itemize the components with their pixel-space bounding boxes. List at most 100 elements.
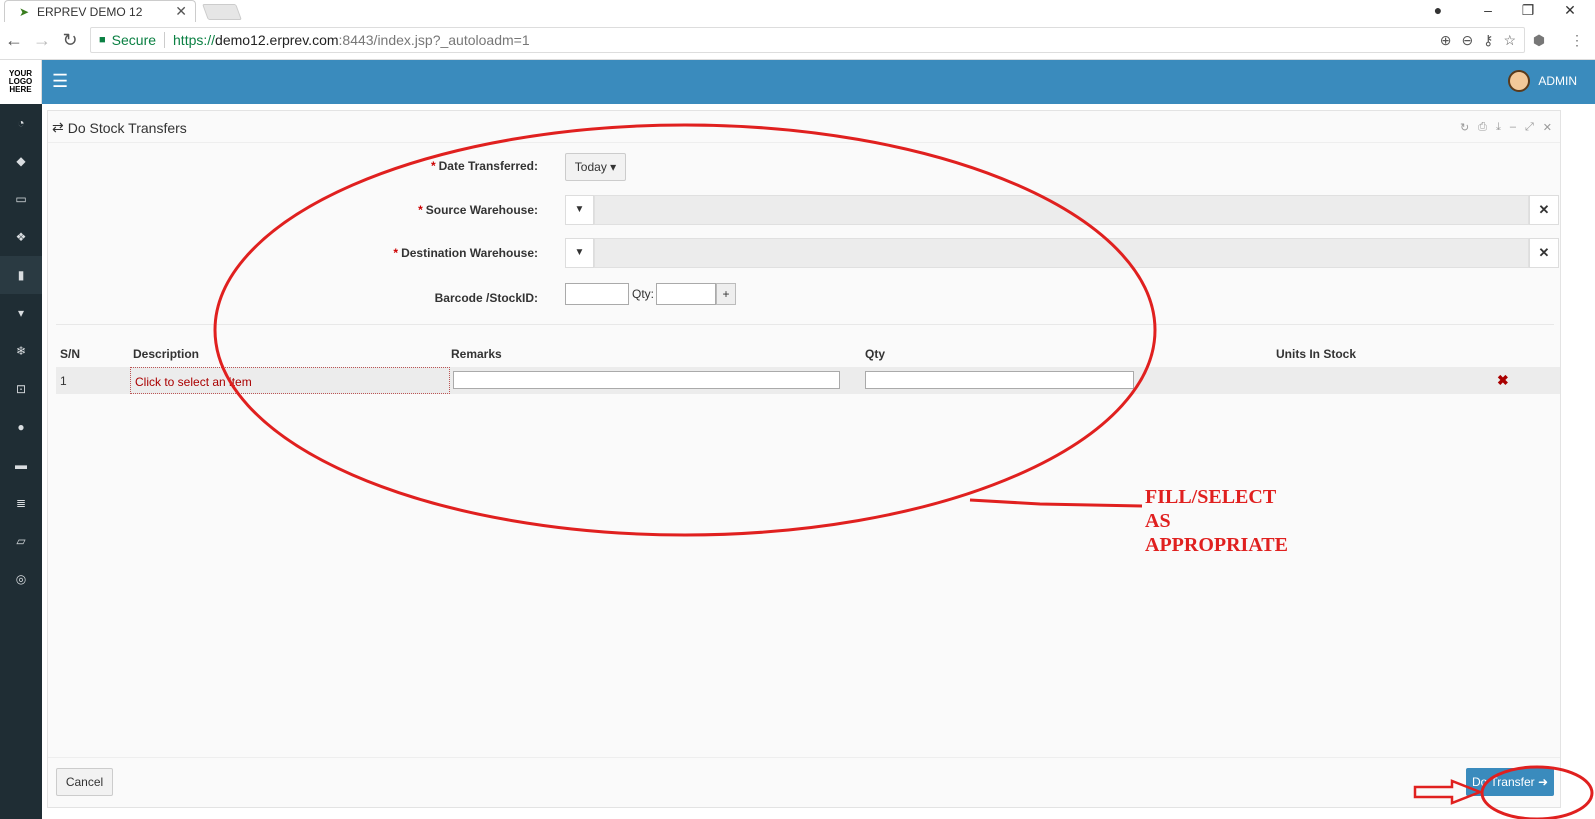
- tab-title: ERPREV DEMO 12: [37, 4, 143, 19]
- omnibox-actions: ⊕ ⊖ ⚷ ☆: [1440, 32, 1516, 49]
- delete-row-icon[interactable]: ✖: [1497, 372, 1509, 389]
- source-warehouse-field[interactable]: [594, 195, 1529, 225]
- annotation-line: APPROPRIATE: [1145, 534, 1288, 556]
- logo-line: HERE: [9, 85, 32, 94]
- profile-icon[interactable]: ●: [1418, 0, 1458, 22]
- refresh-icon[interactable]: ↻: [1460, 121, 1469, 134]
- destination-warehouse-field[interactable]: [594, 238, 1529, 268]
- avatar: [1508, 70, 1531, 92]
- browser-toolbar: ← → ↻ ■ Secure https:// demo12.erprev.co…: [0, 22, 1595, 60]
- zoom-icon[interactable]: ⊖: [1461, 32, 1473, 49]
- clear-destination-icon[interactable]: ✕: [1529, 238, 1559, 268]
- browser-tab[interactable]: ➤ ERPREV DEMO 12 ✕: [4, 0, 196, 22]
- sidebar-item-warehouse[interactable]: ▮: [0, 256, 42, 294]
- key-icon[interactable]: ⚷: [1483, 32, 1493, 49]
- sidebar-item-desktop[interactable]: ▬: [0, 446, 42, 484]
- cancel-button[interactable]: Cancel: [56, 768, 113, 796]
- sidebar-item-inventory[interactable]: ❖: [0, 218, 42, 256]
- tab-close-icon[interactable]: ✕: [175, 3, 187, 20]
- dashboard-icon: ◔: [17, 116, 25, 130]
- new-tab-button[interactable]: [202, 4, 242, 20]
- url-host: demo12.erprev.com: [215, 32, 339, 48]
- lock-icon: ■: [99, 34, 106, 46]
- annotation-line: AS: [1145, 510, 1171, 532]
- sidebar-item-trash[interactable]: ▾: [0, 294, 42, 332]
- sidebar-item-disc[interactable]: ●: [0, 408, 42, 446]
- restore-icon[interactable]: ❐: [1508, 0, 1548, 22]
- chevron-down-icon[interactable]: ▼: [565, 195, 594, 225]
- qty-input[interactable]: [656, 283, 716, 305]
- destination-label-text: Destination Warehouse:: [401, 246, 538, 260]
- close-panel-icon[interactable]: ✕: [1543, 121, 1552, 134]
- sidebar-item-cart[interactable]: ⊡: [0, 370, 42, 408]
- remarks-input[interactable]: [453, 371, 840, 389]
- sidebar-item-dashboard[interactable]: ◔: [0, 104, 42, 142]
- arrow-circle-right-icon: ➜: [1537, 775, 1549, 789]
- omnibox-separator: [164, 32, 166, 48]
- caret-down-icon: ▾: [606, 160, 617, 174]
- add-item-button[interactable]: +: [716, 283, 736, 305]
- annotation-text: FILL/SELECT AS APPROPRIATE: [1145, 485, 1288, 557]
- trash-icon: ▾: [17, 306, 25, 320]
- snowflake-icon: ❄: [15, 344, 27, 358]
- money-icon: ▭: [15, 192, 27, 206]
- location-icon[interactable]: ⊕: [1440, 32, 1452, 49]
- extension-icon[interactable]: ⬢: [1528, 29, 1550, 51]
- address-bar[interactable]: ■ Secure https:// demo12.erprev.com :844…: [90, 27, 1525, 53]
- barcode-input[interactable]: [565, 283, 629, 305]
- do-transfer-label: Do Transfer: [1471, 775, 1535, 789]
- disc-icon: ●: [17, 420, 25, 434]
- secure-label: Secure: [111, 32, 157, 48]
- hamburger-icon[interactable]: ☰: [52, 72, 68, 90]
- chevron-down-icon[interactable]: ▼: [565, 238, 594, 268]
- menu-icon[interactable]: ⋮: [1566, 29, 1588, 51]
- cubes-icon: ❖: [15, 230, 27, 244]
- sidebar-item-database[interactable]: ≣: [0, 484, 42, 522]
- sidebar-item-help[interactable]: ◎: [0, 560, 42, 598]
- sidebar-item-tags[interactable]: ◆: [0, 142, 42, 180]
- collapse-icon[interactable]: –: [1510, 121, 1516, 134]
- user-name: ADMIN: [1538, 74, 1577, 88]
- download-icon[interactable]: ⤓: [1496, 121, 1501, 134]
- sidebar-item-book[interactable]: ▱: [0, 522, 42, 560]
- table-row: 1 Click to select an item ✖: [56, 367, 1560, 394]
- logo[interactable]: YOUR LOGO HERE: [0, 60, 42, 104]
- annotation-line: FILL/SELECT: [1145, 486, 1277, 508]
- minimize-icon[interactable]: –: [1468, 0, 1508, 22]
- required-mark: *: [393, 246, 399, 260]
- tag-icon: ◆: [16, 154, 26, 168]
- barcode-label: Barcode /StockID:: [434, 291, 538, 305]
- book-icon: ▱: [16, 534, 26, 548]
- expand-icon[interactable]: ⤢: [1525, 121, 1534, 134]
- destination-warehouse-select[interactable]: ▼ ✕: [565, 238, 1559, 268]
- row-qty-input[interactable]: [865, 371, 1134, 389]
- date-label-text: Date Transferred:: [438, 159, 538, 173]
- sidebar-item-money[interactable]: ▭: [0, 180, 42, 218]
- page-title: ⇄ Do Stock Transfers: [52, 119, 187, 136]
- clear-source-icon[interactable]: ✕: [1529, 195, 1559, 225]
- destination-warehouse-label: * Destination Warehouse:: [338, 246, 538, 260]
- select-item-link[interactable]: Click to select an item: [135, 375, 252, 389]
- bookmark-star-icon[interactable]: ☆: [1503, 32, 1516, 49]
- transfer-arrows-icon: ⇄: [52, 119, 64, 135]
- panel-title-text: Do Stock Transfers: [67, 119, 187, 136]
- qty-label: Qty:: [632, 287, 655, 301]
- column-header-qty: Qty: [865, 347, 886, 361]
- required-mark: *: [430, 159, 436, 173]
- source-warehouse-select[interactable]: ▼ ✕: [565, 195, 1559, 225]
- description-cell[interactable]: Click to select an item: [130, 367, 450, 394]
- divider: [56, 324, 1554, 325]
- sidebar-item-settings[interactable]: ❄: [0, 332, 42, 370]
- window-close-icon[interactable]: ✕: [1550, 0, 1590, 22]
- forward-icon[interactable]: →: [32, 30, 52, 50]
- user-menu[interactable]: ADMIN: [1508, 70, 1577, 92]
- site-favicon-icon: ➤: [19, 4, 30, 19]
- back-icon[interactable]: ←: [4, 30, 24, 50]
- source-warehouse-label: * Source Warehouse:: [338, 203, 538, 217]
- do-transfer-button[interactable]: Do Transfer ➜: [1466, 768, 1554, 796]
- cart-icon: ⊡: [15, 382, 27, 396]
- date-value: Today: [574, 160, 607, 174]
- date-picker-button[interactable]: Today ▾: [565, 153, 626, 181]
- print-icon[interactable]: ⎙: [1478, 121, 1487, 134]
- reload-icon[interactable]: ↻: [60, 30, 80, 50]
